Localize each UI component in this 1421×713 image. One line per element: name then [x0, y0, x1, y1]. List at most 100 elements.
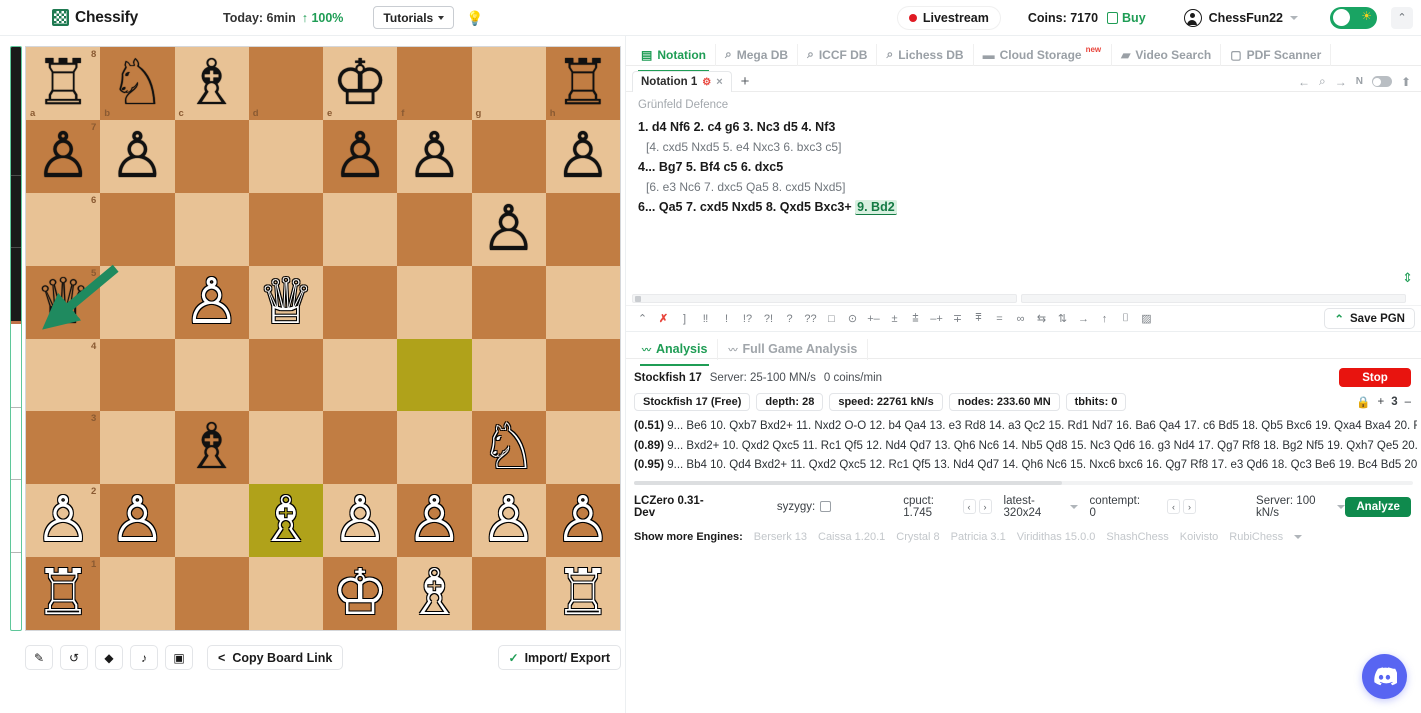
annotation-symbol-button[interactable]: ▨	[1136, 310, 1157, 327]
black-r-piece[interactable]: ♖	[35, 51, 91, 115]
black-b-piece[interactable]: ♗	[183, 416, 239, 479]
db-tab-pdf-scanner[interactable]: ▢ PDF Scanner	[1221, 43, 1332, 66]
db-tab-video-search[interactable]: ▰ Video Search	[1112, 43, 1222, 66]
syzygy-option[interactable]: syzygy:	[777, 501, 832, 513]
db-tab-mega-db[interactable]: ⌕ Mega DB	[716, 43, 799, 66]
board-square[interactable]: ♙	[471, 484, 546, 558]
board-square[interactable]: g	[471, 47, 546, 120]
search-icon[interactable]: ⌕	[1319, 74, 1326, 89]
engine-option[interactable]: Crystal 8	[896, 531, 939, 543]
annotation-symbol-button[interactable]: →	[1073, 310, 1094, 327]
annotation-symbol-button[interactable]: =	[989, 310, 1010, 327]
board-square[interactable]	[545, 192, 620, 266]
board-square[interactable]	[545, 338, 620, 412]
engine-variation-line[interactable]: (0.95) 9... Bb4 10. Qd4 Bxd2+ 11. Qxd2 Q…	[634, 456, 1417, 476]
board-square[interactable]	[397, 192, 472, 266]
black-p-piece[interactable]: ♙	[332, 124, 388, 188]
analyze-button[interactable]: Analyze	[1345, 496, 1411, 517]
annotation-symbol-button[interactable]: ⌷	[1115, 310, 1136, 327]
arrow-left-icon[interactable]: ←	[1298, 75, 1310, 89]
board-square[interactable]	[545, 411, 620, 485]
db-tab-lichess-db[interactable]: ⌕ Lichess DB	[877, 43, 974, 66]
white-r-piece[interactable]: ♖	[555, 562, 611, 625]
board-square[interactable]: ♖ 8 a	[26, 47, 101, 120]
upload-icon[interactable]: ⬆	[1401, 75, 1411, 89]
user-menu[interactable]: ChessFun22	[1183, 8, 1298, 27]
white-p-piece[interactable]: ♙	[35, 489, 91, 552]
board-square[interactable]	[323, 265, 398, 339]
board-square[interactable]: ♘	[471, 411, 546, 485]
annotation-symbol-button[interactable]: ⩲	[905, 310, 926, 327]
board-square[interactable]: ♙	[323, 119, 398, 193]
annotation-symbol-button[interactable]: ?	[779, 310, 800, 327]
black-q-piece[interactable]: ♕	[35, 270, 91, 334]
engine-option[interactable]: Berserk 13	[754, 531, 807, 543]
engine-option[interactable]: Caissa 1.20.1	[818, 531, 885, 543]
board-square[interactable]: ♙ 2	[26, 484, 101, 558]
chevron-down-icon[interactable]	[1294, 534, 1303, 539]
analysis-tab-full-game-analysis[interactable]: 〰 Full Game Analysis	[718, 338, 869, 360]
board-square[interactable]: ♙	[397, 119, 472, 193]
white-p-piece[interactable]: ♙	[183, 270, 239, 334]
white-n-piece[interactable]: ♘	[480, 416, 536, 479]
black-b-piece[interactable]: ♗	[183, 51, 239, 115]
annotation-symbol-button[interactable]: ∞	[1010, 310, 1031, 327]
contempt-increment-button[interactable]: ›	[1183, 499, 1197, 514]
plus-button[interactable]: +	[1377, 396, 1384, 408]
board-square[interactable]: ♙	[471, 192, 546, 266]
flip-board-icon[interactable]: ↺	[60, 645, 88, 670]
white-p-piece[interactable]: ♙	[109, 489, 165, 552]
variations-horizontal-scrollbar[interactable]	[634, 480, 1413, 485]
board-square[interactable]: ♙	[100, 484, 175, 558]
notation-variation[interactable]: [4. cxd5 Nxd5 5. e4 Nxc3 6. bxc3 c5]	[638, 138, 1409, 157]
notation-tab-1[interactable]: Notation 1 ⚙ ×	[632, 71, 732, 92]
annotation-symbol-button[interactable]: ⩱	[968, 310, 989, 327]
white-r-piece[interactable]: ♖	[35, 562, 91, 625]
board-square[interactable]: ♙	[323, 484, 398, 558]
board-square[interactable]	[248, 411, 323, 485]
board-square[interactable]: ♗	[248, 484, 323, 558]
logo[interactable]: Chessify	[52, 9, 138, 27]
arrow-right-icon[interactable]: →	[1335, 75, 1347, 89]
gear-icon[interactable]: ⚙	[702, 77, 711, 88]
board-square[interactable]	[100, 411, 175, 485]
db-tab-cloud-storage[interactable]: ▬ Cloud Storage new	[974, 43, 1113, 66]
black-p-piece[interactable]: ♙	[109, 124, 165, 188]
board-square[interactable]: 4	[26, 338, 101, 412]
network-select[interactable]: latest-320x24	[1004, 495, 1078, 519]
board-square[interactable]: ♙	[545, 484, 620, 558]
server-speed-select[interactable]: Server: 100 kN/s	[1256, 495, 1346, 519]
engine-option[interactable]: Koivisto	[1180, 531, 1219, 543]
board-square[interactable]	[248, 557, 323, 630]
lock-icon[interactable]: 🔒	[1356, 395, 1370, 409]
notation-mainline[interactable]: 4... Bg7 5. Bf4 c5 6. dxc5	[638, 158, 1409, 177]
board-square[interactable]	[397, 411, 472, 485]
annotation-symbol-button[interactable]: ⇆	[1031, 310, 1052, 327]
engine-option[interactable]: Patricia 3.1	[951, 531, 1006, 543]
board-square[interactable]	[248, 119, 323, 193]
board-square[interactable]: ♖ h	[545, 47, 620, 120]
board-square[interactable]: ♖ 1	[26, 557, 101, 630]
engine-option[interactable]: RubiChess	[1229, 531, 1283, 543]
white-p-piece[interactable]: ♙	[406, 489, 462, 552]
white-p-piece[interactable]: ♙	[555, 489, 611, 552]
close-icon[interactable]: ×	[716, 76, 722, 88]
board-square[interactable]	[100, 338, 175, 412]
annotation-symbol-button[interactable]: ✗	[653, 310, 674, 327]
black-r-piece[interactable]: ♖	[555, 51, 611, 115]
board-square[interactable]	[397, 265, 472, 339]
board-square[interactable]	[174, 119, 249, 193]
board-square[interactable]	[471, 265, 546, 339]
board-square[interactable]: ♙	[100, 119, 175, 193]
camera-icon[interactable]: ▣	[165, 645, 193, 670]
notation-mainline[interactable]: 6... Qa5 7. cxd5 Nxd5 8. Qxd5 Bxc3+ 9. B…	[638, 198, 1409, 217]
board-square[interactable]: ♗	[397, 557, 472, 630]
annotation-symbol-button[interactable]: +–	[863, 310, 884, 327]
board-square[interactable]	[471, 557, 546, 630]
theme-toggle[interactable]: ☀	[1330, 6, 1377, 29]
black-k-piece[interactable]: ♔	[332, 51, 388, 115]
annotation-symbol-button[interactable]: ↑	[1094, 310, 1115, 327]
board-square[interactable]	[174, 484, 249, 558]
white-k-piece[interactable]: ♔	[332, 562, 388, 625]
board-square[interactable]	[174, 192, 249, 266]
